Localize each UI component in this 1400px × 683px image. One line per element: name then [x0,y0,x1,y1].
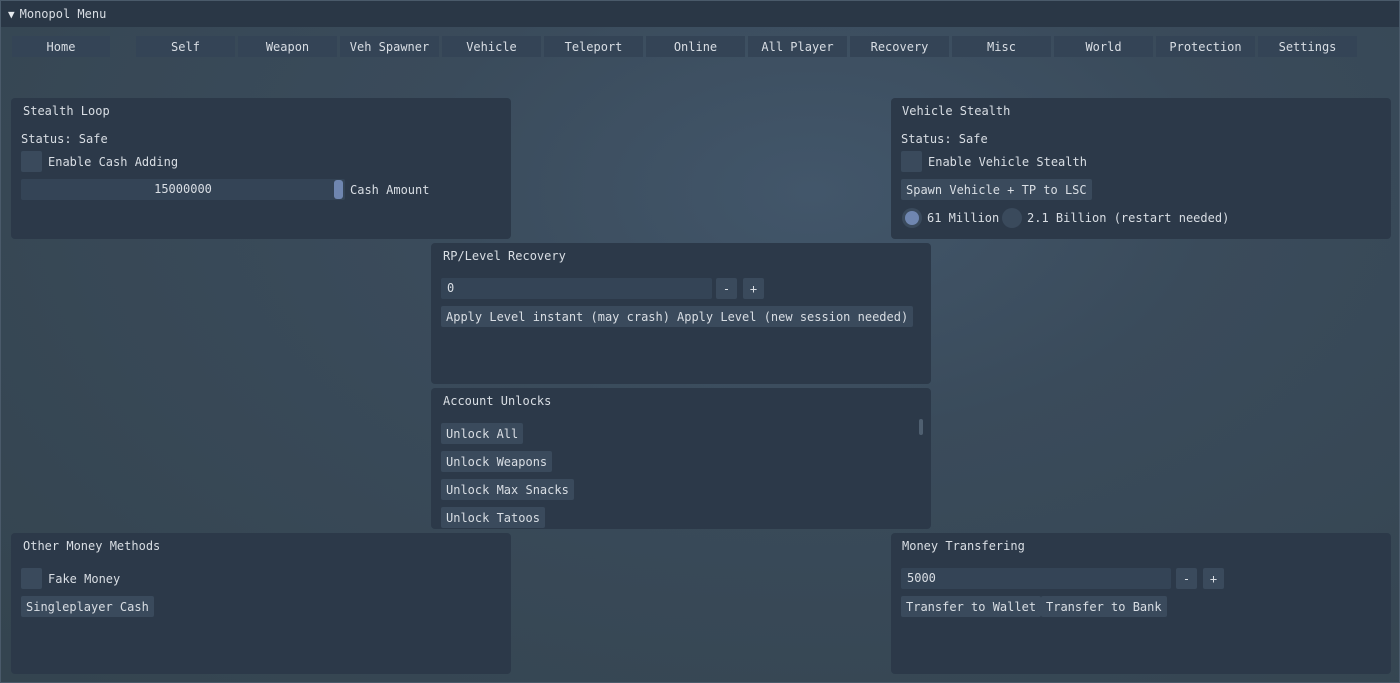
transfer-to-wallet-button[interactable]: Transfer to Wallet [901,596,1042,617]
tab-all-player[interactable]: All Player [748,36,847,57]
stealth-loop-status: Status: Safe [21,132,108,146]
unlock-max-snacks-button[interactable]: Unlock Max Snacks [441,479,574,500]
account-unlocks-panel: Account Unlocks Unlock All Unlock Weapon… [431,388,931,529]
apply-level-instant-button[interactable]: Apply Level instant (may crash) [441,306,675,327]
unlocks-scrollbar[interactable] [919,419,923,435]
transfer-to-bank-button[interactable]: Transfer to Bank [1041,596,1167,617]
level-increment-button[interactable]: + [743,278,764,299]
tab-veh-spawner[interactable]: Veh Spawner [340,36,439,57]
enable-vehicle-stealth-checkbox[interactable] [901,151,922,172]
money-transfering-panel: Money Transfering 5000 - + Transfer to W… [891,533,1391,674]
fake-money-checkbox[interactable] [21,568,42,589]
radio-2-1-billion[interactable] [1002,208,1022,228]
vehicle-stealth-title: Vehicle Stealth [902,104,1011,118]
tab-teleport[interactable]: Teleport [544,36,643,57]
tab-weapon[interactable]: Weapon [238,36,337,57]
stealth-loop-panel: Stealth Loop Status: Safe Enable Cash Ad… [11,98,511,239]
transfer-increment-button[interactable]: + [1203,568,1224,589]
title-bar: ▼ Monopol Menu [1,1,1399,27]
vehicle-stealth-status: Status: Safe [901,132,988,146]
enable-cash-adding-label: Enable Cash Adding [48,155,179,169]
rp-level-recovery-panel: RP/Level Recovery 0 - + Apply Level inst… [431,243,931,384]
unlock-all-button[interactable]: Unlock All [441,423,524,444]
radio-61-million[interactable] [902,208,922,228]
apply-level-session-button[interactable]: Apply Level (new session needed) [672,306,914,327]
level-decrement-button[interactable]: - [716,278,737,299]
slider-grab-handle[interactable] [334,180,343,199]
tab-online[interactable]: Online [646,36,745,57]
tab-world[interactable]: World [1054,36,1153,57]
tab-home[interactable]: Home [12,36,110,57]
other-money-title: Other Money Methods [23,539,161,553]
cash-amount-label: Cash Amount [350,183,430,197]
spawn-vehicle-button[interactable]: Spawn Vehicle + TP to LSC [901,179,1092,200]
tab-self[interactable]: Self [136,36,235,57]
fake-money-label: Fake Money [48,572,121,586]
enable-vehicle-stealth-label: Enable Vehicle Stealth [928,155,1087,169]
radio-2-1-billion-label: 2.1 Billion (restart needed) [1027,211,1230,225]
stealth-loop-title: Stealth Loop [23,104,110,118]
transfer-decrement-button[interactable]: - [1176,568,1197,589]
tab-vehicle[interactable]: Vehicle [442,36,541,57]
rp-level-title: RP/Level Recovery [443,249,566,263]
other-money-methods-panel: Other Money Methods Fake Money Singlepla… [11,533,511,674]
tab-protection[interactable]: Protection [1156,36,1255,57]
menu-window: ▼ Monopol Menu Home Self Weapon Veh Spaw… [0,0,1400,683]
unlock-weapons-button[interactable]: Unlock Weapons [441,451,553,472]
tab-settings[interactable]: Settings [1258,36,1357,57]
unlock-tatoos-button[interactable]: Unlock Tatoos [441,507,545,528]
enable-cash-adding-checkbox[interactable] [21,151,42,172]
singleplayer-cash-button[interactable]: Singleplayer Cash [21,596,154,617]
collapse-arrow-icon[interactable]: ▼ [8,8,15,21]
cash-amount-value: 15000000 [154,182,212,196]
level-input[interactable]: 0 [441,278,712,299]
cash-amount-slider[interactable]: 15000000 [21,179,345,200]
vehicle-stealth-panel: Vehicle Stealth Status: Safe Enable Vehi… [891,98,1391,239]
money-transfer-title: Money Transfering [902,539,1025,553]
window-title: Monopol Menu [19,7,107,21]
tab-misc[interactable]: Misc [952,36,1051,57]
radio-61-million-label: 61 Million [927,211,1000,225]
transfer-amount-input[interactable]: 5000 [901,568,1171,589]
tab-recovery[interactable]: Recovery [850,36,949,57]
account-unlocks-title: Account Unlocks [443,394,552,408]
